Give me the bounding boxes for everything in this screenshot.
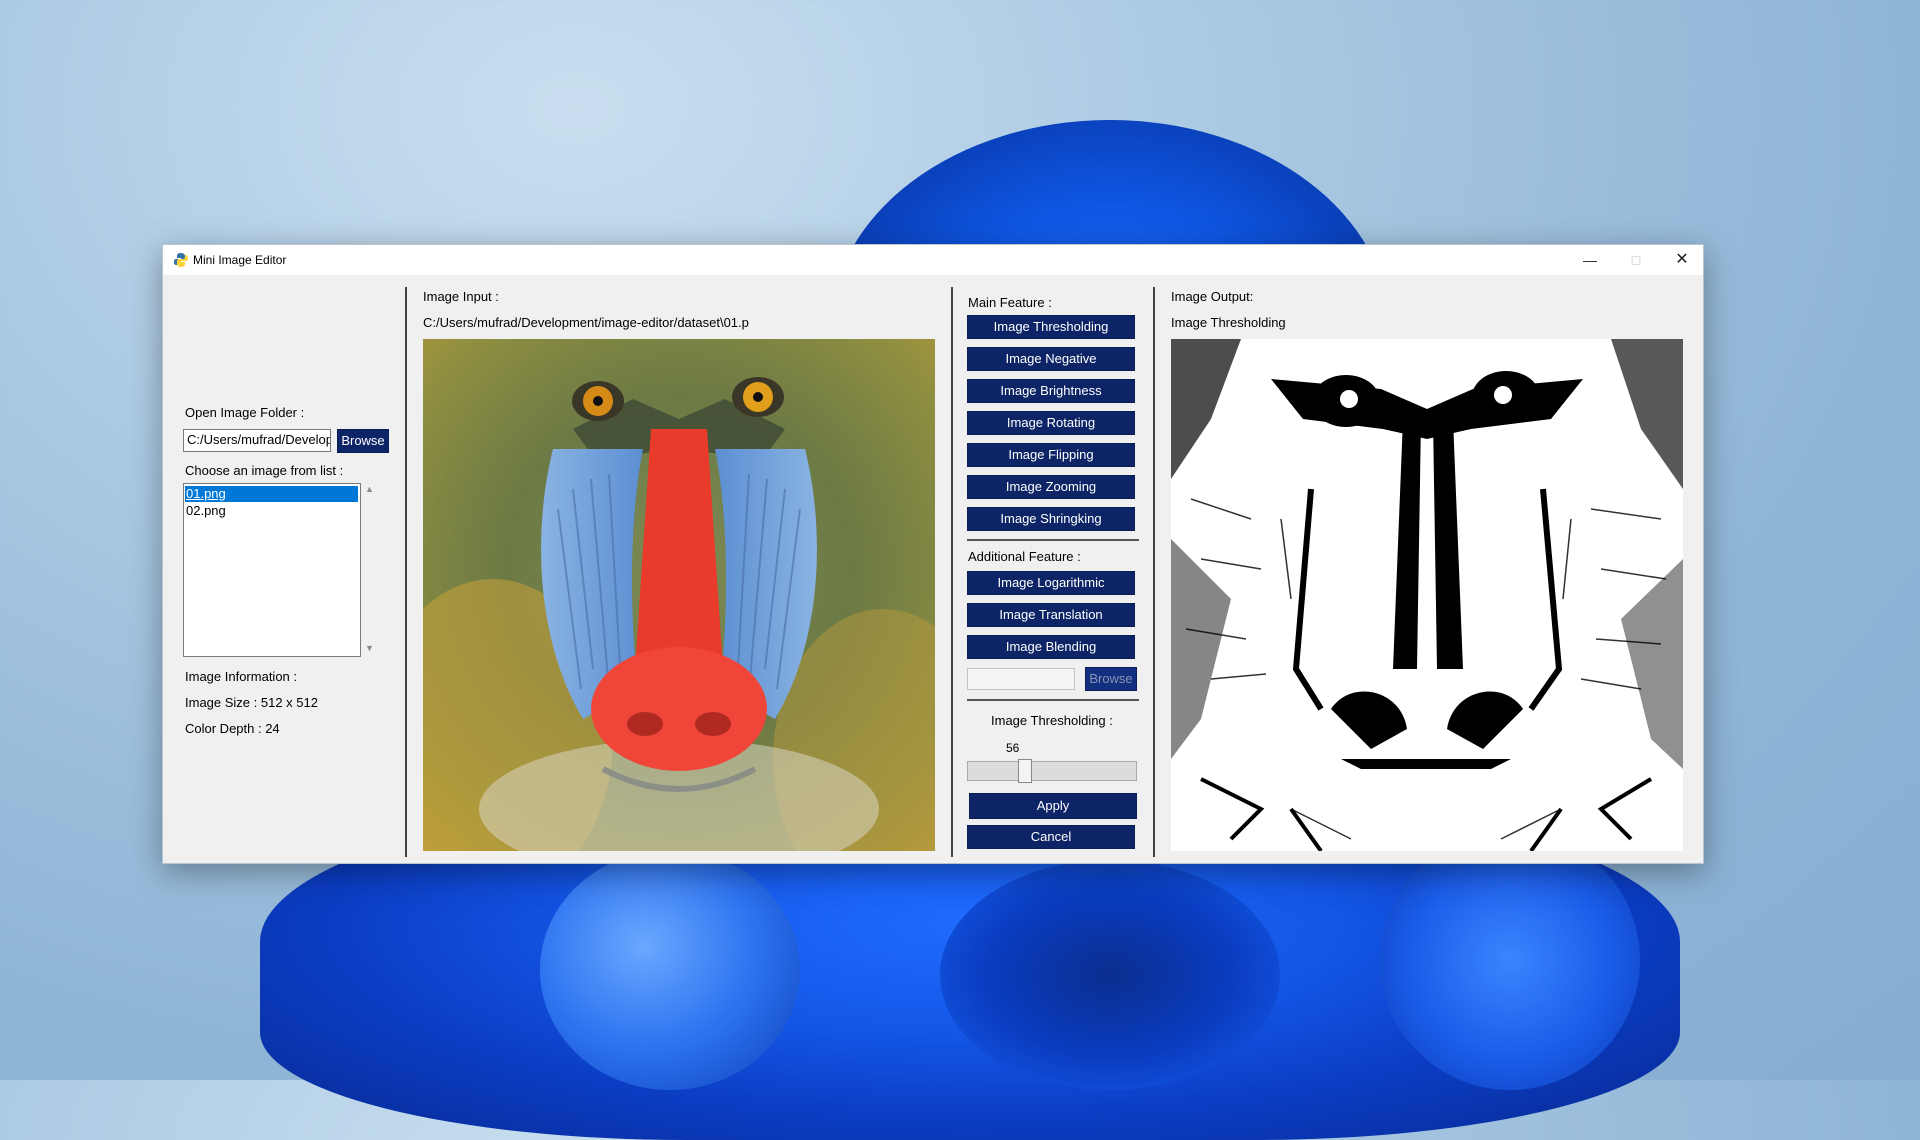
image-listbox[interactable]: 01.png 02.png: [183, 483, 361, 657]
list-item[interactable]: 01.png: [185, 486, 358, 502]
title-bar[interactable]: Mini Image Editor — □ ✕: [163, 245, 1703, 275]
list-item[interactable]: 02.png: [185, 503, 358, 519]
threshold-slider[interactable]: [967, 759, 1137, 783]
zooming-button[interactable]: Image Zooming: [967, 475, 1135, 499]
app-window: Mini Image Editor — □ ✕ Open Image Folde…: [162, 244, 1704, 864]
scroll-down-icon[interactable]: ▼: [365, 643, 374, 653]
separator: [1153, 287, 1155, 857]
flipping-button[interactable]: Image Flipping: [967, 443, 1135, 467]
separator: [405, 287, 407, 857]
blend-path-input[interactable]: [967, 668, 1075, 690]
logarithmic-button[interactable]: Image Logarithmic: [967, 571, 1135, 595]
image-output-label: Image Output:: [1171, 289, 1254, 304]
scroll-up-icon[interactable]: ▲: [365, 484, 374, 494]
apply-button[interactable]: Apply: [969, 793, 1137, 819]
window-title: Mini Image Editor: [193, 253, 287, 267]
maximize-button[interactable]: □: [1613, 245, 1659, 275]
shrinking-button[interactable]: Image Shringking: [967, 507, 1135, 531]
wallpaper-bloom: [540, 850, 800, 1090]
brightness-button[interactable]: Image Brightness: [967, 379, 1135, 403]
listbox-scrollbar[interactable]: ▲ ▼: [361, 483, 379, 657]
choose-image-label: Choose an image from list :: [185, 463, 344, 478]
additional-feature-label: Additional Feature :: [968, 549, 1081, 564]
translation-button[interactable]: Image Translation: [967, 603, 1135, 627]
output-operation-label: Image Thresholding: [1171, 315, 1286, 330]
main-feature-label: Main Feature :: [968, 295, 1052, 310]
thresholding-button[interactable]: Image Thresholding: [967, 315, 1135, 339]
input-image: [423, 339, 935, 851]
slider-thumb[interactable]: [1018, 759, 1032, 783]
rotating-button[interactable]: Image Rotating: [967, 411, 1135, 435]
blend-browse-button[interactable]: Browse: [1085, 667, 1137, 691]
slider-value: 56: [1006, 741, 1020, 755]
window-content: Open Image Folder : C:/Users/mufrad/Deve…: [163, 275, 1703, 863]
negative-button[interactable]: Image Negative: [967, 347, 1135, 371]
python-icon: [174, 253, 188, 267]
blending-button[interactable]: Image Blending: [967, 635, 1135, 659]
parameter-label: Image Thresholding :: [991, 713, 1113, 728]
folder-path-input[interactable]: C:/Users/mufrad/Develop: [183, 429, 331, 452]
wallpaper-bloom: [940, 860, 1280, 1090]
separator: [967, 699, 1139, 701]
image-input-path: C:/Users/mufrad/Development/image-editor…: [423, 315, 749, 330]
separator: [967, 539, 1139, 541]
open-folder-label: Open Image Folder :: [185, 405, 305, 420]
color-depth-text: Color Depth : 24: [185, 721, 280, 736]
image-info-label: Image Information :: [185, 669, 297, 684]
close-button[interactable]: ✕: [1659, 245, 1705, 275]
wallpaper-bloom: [1380, 830, 1640, 1090]
folder-browse-button[interactable]: Browse: [337, 429, 389, 453]
image-size-text: Image Size : 512 x 512: [185, 695, 318, 710]
minimize-button[interactable]: —: [1567, 245, 1613, 275]
output-image: [1171, 339, 1683, 851]
cancel-button[interactable]: Cancel: [967, 825, 1135, 849]
image-input-label: Image Input :: [423, 289, 499, 304]
separator: [951, 287, 953, 857]
